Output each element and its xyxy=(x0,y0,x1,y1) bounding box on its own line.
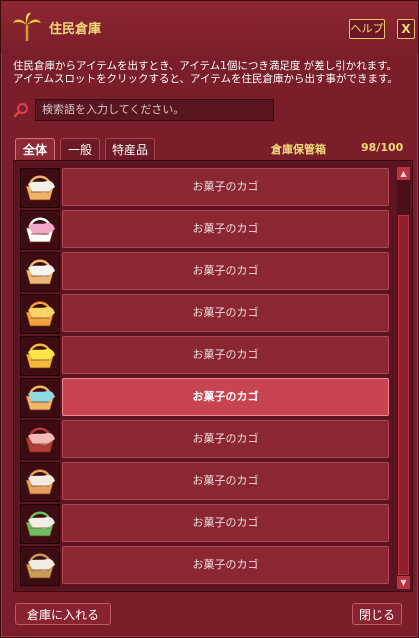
list-item[interactable]: お菓子のカゴ xyxy=(20,378,404,418)
item-name-button[interactable]: お菓子のカゴ xyxy=(62,210,389,248)
item-name-button[interactable]: お菓子のカゴ xyxy=(62,378,389,416)
basket-icon xyxy=(25,343,55,369)
description-line-2: アイテムスロットをクリックすると、アイテムを住民倉庫から出す事ができます。 xyxy=(13,73,398,85)
item-slot[interactable] xyxy=(20,336,60,376)
item-name-button[interactable]: お菓子のカゴ xyxy=(62,294,389,332)
description-line-1: 住民倉庫からアイテムを出すとき、アイテム1個につき満足度 が差し引かれます。 xyxy=(13,60,398,72)
item-slot[interactable] xyxy=(20,294,60,334)
close-icon[interactable]: X xyxy=(397,19,415,39)
list-item[interactable]: お菓子のカゴ xyxy=(20,336,404,376)
list-item[interactable]: お菓子のカゴ xyxy=(20,504,404,544)
search-input[interactable]: 検索語を入力してください。 xyxy=(35,99,274,121)
item-slot[interactable] xyxy=(20,378,60,418)
item-slot[interactable] xyxy=(20,210,60,250)
item-name-button[interactable]: お菓子のカゴ xyxy=(62,252,389,290)
list-item[interactable]: お菓子のカゴ xyxy=(20,420,404,460)
help-button[interactable]: ヘルプ xyxy=(349,19,385,39)
basket-icon xyxy=(25,427,55,453)
item-slot[interactable] xyxy=(20,462,60,502)
close-button[interactable]: 閉じる xyxy=(352,603,402,625)
basket-icon xyxy=(25,385,55,411)
list-item[interactable]: お菓子のカゴ xyxy=(20,210,404,250)
storage-window: 住民倉庫 ヘルプ X 住民倉庫からアイテムを出すとき、アイテム1個につき満足度 … xyxy=(0,0,419,638)
basket-icon xyxy=(25,469,55,495)
magnifier-icon[interactable] xyxy=(13,102,29,118)
palm-sprout-icon xyxy=(13,12,41,41)
item-name-button[interactable]: お菓子のカゴ xyxy=(62,168,389,206)
item-name-button[interactable]: お菓子のカゴ xyxy=(62,504,389,542)
list-item[interactable]: お菓子のカゴ xyxy=(20,294,404,334)
basket-icon xyxy=(25,175,55,201)
basket-icon xyxy=(25,511,55,537)
list-item[interactable]: お菓子のカゴ xyxy=(20,546,404,586)
list-item[interactable]: お菓子のカゴ xyxy=(20,462,404,502)
scrollbar[interactable]: ▲ ▼ xyxy=(397,167,410,589)
basket-icon xyxy=(25,553,55,579)
tab-general[interactable]: 一般 xyxy=(60,138,100,160)
item-slot[interactable] xyxy=(20,168,60,208)
item-slot[interactable] xyxy=(20,252,60,292)
title-bar[interactable]: 住民倉庫 ヘルプ X xyxy=(1,1,418,53)
basket-icon xyxy=(25,259,55,285)
tab-all[interactable]: 全体 xyxy=(15,138,55,160)
window-title: 住民倉庫 xyxy=(49,22,102,37)
list-item[interactable]: お菓子のカゴ xyxy=(20,252,404,292)
storage-count: 98/100 xyxy=(361,141,404,154)
item-list: お菓子のカゴ お菓子のカゴ お菓子のカゴ お菓子のカゴ お菓子のカゴ お菓子のカゴ お菓子の… xyxy=(13,160,413,592)
list-item[interactable]: お菓子のカゴ xyxy=(20,168,404,208)
scroll-down-icon[interactable]: ▼ xyxy=(397,576,410,589)
item-name-button[interactable]: お菓子のカゴ xyxy=(62,420,389,458)
description: 住民倉庫からアイテムを出すとき、アイテム1個につき満足度 が差し引かれます。 ア… xyxy=(13,60,413,86)
item-slot[interactable] xyxy=(20,504,60,544)
storage-box-label: 倉庫保管箱 xyxy=(271,143,326,156)
item-slot[interactable] xyxy=(20,546,60,586)
store-button[interactable]: 倉庫に入れる xyxy=(15,603,111,625)
item-name-button[interactable]: お菓子のカゴ xyxy=(62,462,389,500)
scroll-thumb[interactable] xyxy=(398,215,409,575)
basket-icon xyxy=(25,217,55,243)
item-name-button[interactable]: お菓子のカゴ xyxy=(62,336,389,374)
item-slot[interactable] xyxy=(20,420,60,460)
scroll-up-icon[interactable]: ▲ xyxy=(397,167,410,180)
basket-icon xyxy=(25,301,55,327)
tab-specialty[interactable]: 特産品 xyxy=(105,138,155,160)
item-name-button[interactable]: お菓子のカゴ xyxy=(62,546,389,584)
